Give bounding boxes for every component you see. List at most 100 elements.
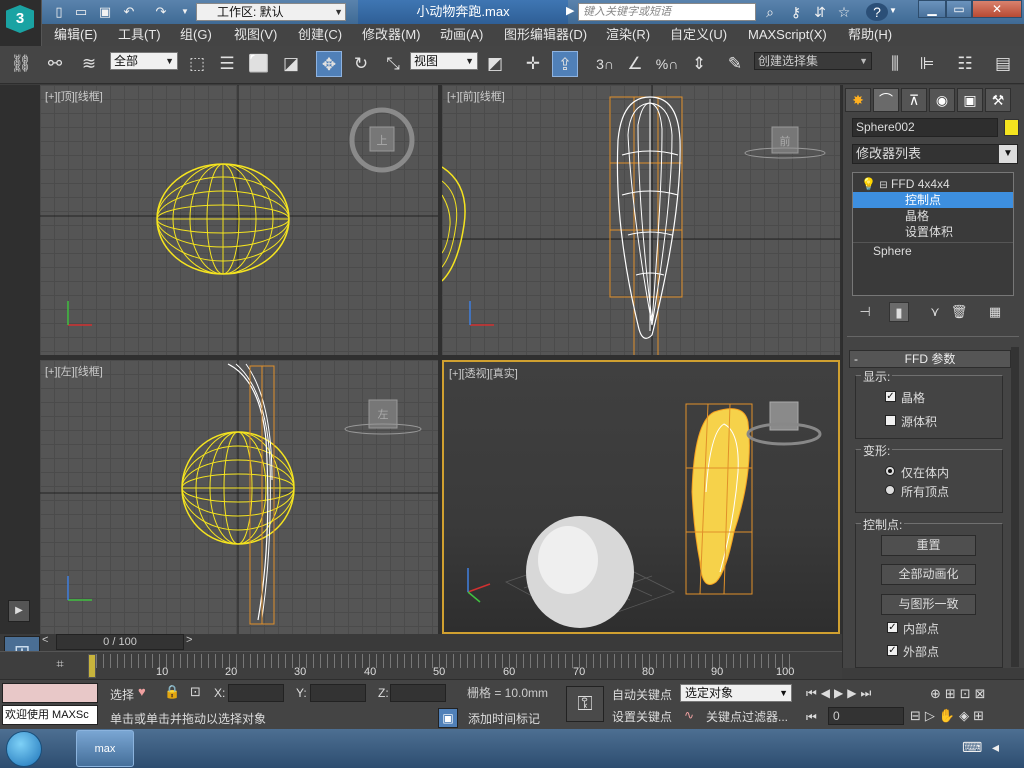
motion-tab-icon[interactable]: ◉ — [929, 88, 955, 112]
absolute-mode-icon[interactable]: ⊡ — [190, 684, 201, 700]
stack-item-lattice[interactable]: 晶格 — [853, 208, 1013, 224]
collapse-minus-icon[interactable]: ⊟ — [879, 180, 887, 191]
command-panel-scrollbar[interactable] — [1011, 347, 1019, 667]
navigation-controls-top[interactable]: ⊕⊞⊡⊠ — [930, 686, 990, 702]
current-frame-input[interactable]: 0 — [828, 707, 904, 725]
lattice-checkbox[interactable]: ✓ — [885, 391, 896, 402]
outside-points-checkbox[interactable]: ✓ — [887, 645, 898, 656]
key-filters-icon[interactable]: ∿ — [684, 708, 694, 722]
show-end-result-icon[interactable]: ▮ — [889, 302, 909, 322]
stack-item-control-points[interactable]: 控制点 — [853, 192, 1013, 208]
manipulate-icon[interactable]: ✛ — [520, 51, 546, 77]
redo-dropdown-icon[interactable]: ▼ — [176, 3, 194, 21]
rectangle-selection-icon[interactable]: ⬜ — [246, 51, 272, 77]
pin-stack-icon[interactable]: ⊣ — [855, 302, 875, 322]
undo-icon[interactable]: ↶ — [120, 3, 138, 21]
remove-modifier-icon[interactable]: 🗑 — [949, 302, 969, 322]
play-icon[interactable]: ▶ — [8, 600, 30, 622]
angle-snap-icon[interactable]: ∠ — [622, 51, 648, 77]
y-coordinate-input[interactable] — [310, 684, 366, 702]
key-filters-button[interactable]: 关键点过滤器... — [706, 708, 788, 725]
link-icon[interactable]: ⛓ — [8, 51, 34, 77]
menu-views[interactable]: 视图(V) — [234, 24, 277, 46]
help-icon[interactable]: ? — [866, 3, 888, 21]
viewport-left-label[interactable]: [+][左][线框] — [45, 363, 103, 379]
ffd-parameters-rollout[interactable]: - FFD 参数 — [849, 350, 1011, 368]
play-arrow-icon[interactable]: ▶ — [566, 4, 574, 17]
viewport-front[interactable]: 前 [+][前][线框] — [442, 85, 840, 355]
spinner-snap-icon[interactable]: ⇕ — [686, 51, 712, 77]
new-icon[interactable]: ▯ — [50, 3, 68, 21]
maxscript-mini-listener-pink[interactable] — [2, 683, 98, 703]
all-vertices-radio[interactable] — [885, 485, 895, 495]
mirror-icon[interactable]: ⫼ — [882, 51, 908, 77]
time-slider-frame[interactable]: 0 / 100 — [56, 634, 184, 650]
taskbar-max-app[interactable]: max — [76, 730, 134, 767]
select-and-scale-icon[interactable]: ⤡ — [380, 51, 406, 77]
navigation-controls-bottom[interactable]: ⊟▷✋◈⊞ — [910, 708, 988, 724]
bind-space-warp-icon[interactable]: ≋ — [76, 51, 102, 77]
window-crossing-icon[interactable]: ◪ — [278, 51, 304, 77]
menu-edit[interactable]: 编辑(E) — [54, 24, 97, 46]
menu-maxscript[interactable]: MAXScript(X) — [748, 24, 827, 46]
menu-create[interactable]: 创建(C) — [298, 24, 342, 46]
stack-item-sphere[interactable]: Sphere — [853, 242, 1013, 258]
object-name-input[interactable]: Sphere002 — [852, 118, 998, 137]
redo-icon[interactable]: ↷ — [152, 3, 170, 21]
workspace-dropdown[interactable]: 工作区: 默认 ▼ — [196, 3, 346, 21]
viewport-perspective[interactable]: [+][透视][真实] — [442, 360, 840, 634]
stack-item-set-volume[interactable]: 设置体积 — [853, 224, 1013, 240]
maximize-button[interactable]: ▭ — [946, 0, 972, 18]
snap-3d-icon[interactable]: 3∩ — [592, 51, 618, 77]
menu-customize[interactable]: 自定义(U) — [670, 24, 727, 46]
reset-button[interactable]: 重置 — [881, 535, 976, 556]
windows-start-icon[interactable] — [6, 731, 42, 767]
volume-tray-icon[interactable]: ◂ — [992, 739, 999, 756]
menu-modifiers[interactable]: 修改器(M) — [362, 24, 421, 46]
modify-tab-icon[interactable]: ⌒ — [873, 88, 899, 112]
viewport-front-label[interactable]: [+][前][线框] — [447, 88, 505, 104]
menu-rendering[interactable]: 渲染(R) — [606, 24, 650, 46]
x-coordinate-input[interactable] — [228, 684, 284, 702]
keyboard-tray-icon[interactable]: ⌨ — [962, 739, 982, 756]
viewport-top[interactable]: 上 [+][顶][线框] — [40, 85, 438, 355]
search-input[interactable]: 键入关键字或短语 — [578, 3, 756, 21]
time-slider-next-icon[interactable]: > — [186, 634, 192, 646]
favorites-star-icon[interactable]: ☆ — [834, 3, 854, 21]
modifier-list-dropdown[interactable]: 修改器列表 ▼ — [852, 144, 1018, 164]
app-logo[interactable]: 3 — [0, 0, 42, 46]
source-volume-checkbox[interactable] — [885, 415, 896, 426]
select-and-move-icon[interactable]: ✥ — [316, 51, 342, 77]
open-icon[interactable]: ▭ — [72, 3, 90, 21]
select-by-name-icon[interactable]: ☰ — [214, 51, 240, 77]
z-coordinate-input[interactable] — [390, 684, 446, 702]
maxscript-mini-listener[interactable]: 欢迎使用 MAXSc — [2, 705, 98, 725]
menu-help[interactable]: 帮助(H) — [848, 24, 892, 46]
select-and-rotate-icon[interactable]: ↻ — [348, 51, 374, 77]
unlink-icon[interactable]: ⚯ — [42, 51, 68, 77]
time-tag-icon[interactable]: ▣ — [438, 708, 458, 728]
lightbulb-icon[interactable]: 💡 — [861, 177, 876, 191]
configure-sets-icon[interactable]: ▦ — [985, 302, 1005, 322]
make-unique-icon[interactable]: ⋎ — [925, 302, 945, 322]
key-mode-dropdown[interactable]: 选定对象 ▼ — [680, 684, 792, 702]
named-selection-dropdown[interactable]: 创建选择集 ▼ — [754, 52, 872, 70]
viewport-left[interactable]: 左 [+][左][线框] — [40, 360, 438, 634]
add-time-tag[interactable]: 添加时间标记 — [468, 710, 540, 727]
graphite-ribbon-icon[interactable]: ▤ — [990, 51, 1016, 77]
edit-named-selection-icon[interactable]: ✎ — [722, 51, 748, 77]
select-object-icon[interactable]: ⬚ — [184, 51, 210, 77]
conform-to-shape-button[interactable]: 与图形一致 — [881, 594, 976, 615]
inside-points-checkbox[interactable]: ✓ — [887, 622, 898, 633]
hierarchy-tab-icon[interactable]: ⊼ — [901, 88, 927, 112]
auto-key-button[interactable]: 自动关键点 — [612, 686, 672, 703]
stack-item-ffd[interactable]: 💡 ⊟ FFD 4x4x4 — [853, 176, 1013, 192]
set-key-icon[interactable]: ⚿ — [566, 686, 604, 722]
time-slider-thumb[interactable] — [88, 654, 96, 678]
isolate-selection-icon[interactable]: ♥ — [138, 684, 146, 699]
key-mode-toggle-icon[interactable]: ⏮ — [806, 710, 817, 725]
keyboard-shortcut-override-icon[interactable]: ⇪ — [552, 51, 578, 77]
subscription-icon[interactable]: ⇵ — [810, 3, 830, 21]
utilities-tab-icon[interactable]: ⚒ — [985, 88, 1011, 112]
minimize-button[interactable]: ▁ — [918, 0, 946, 18]
